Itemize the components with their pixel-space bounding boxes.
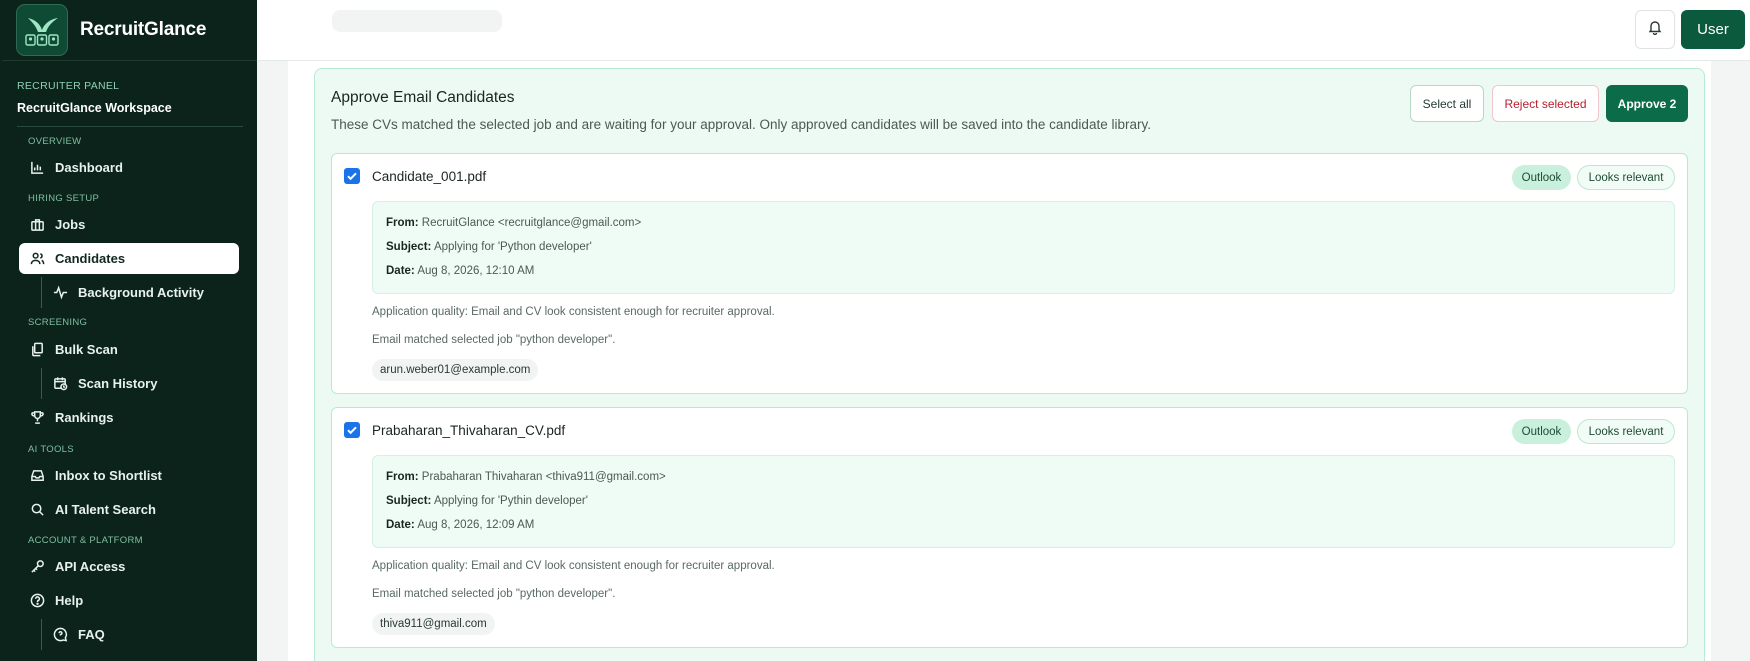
sidebar-item-help[interactable]: Help xyxy=(19,585,239,616)
subject-value: Applying for 'Pythin developer' xyxy=(433,495,588,507)
subject-value: Applying for 'Python developer' xyxy=(433,241,592,253)
sidebar-item-label: Candidates xyxy=(55,251,126,266)
candidate-file-name[interactable]: Candidate_001.pdf xyxy=(372,169,486,184)
candidate-email: thiva911@gmail.com xyxy=(372,613,495,635)
check-icon xyxy=(347,426,357,435)
sidebar-item-background-activity[interactable]: Background Activity xyxy=(42,277,239,308)
section-ai-tools: AI TOOLS xyxy=(28,444,74,455)
section-account-platform: ACCOUNT & PLATFORM xyxy=(28,535,143,546)
sidebar-item-label: Rankings xyxy=(55,410,114,425)
sidebar-item-candidates[interactable]: Candidates xyxy=(19,243,239,274)
sidebar-item-label: FAQ xyxy=(78,627,105,642)
bell-icon xyxy=(1647,19,1663,40)
from-label: From: xyxy=(386,217,419,229)
from-row: From: RecruitGlance <recruitglance@gmail… xyxy=(386,217,641,229)
top-bar: User xyxy=(257,0,1750,61)
date-value: Aug 8, 2026, 12:10 AM xyxy=(417,265,535,277)
users-icon xyxy=(29,251,45,267)
files-icon xyxy=(29,342,45,358)
panel-title: Approve Email Candidates xyxy=(331,89,515,106)
candidate-file-name[interactable]: Prabaharan_Thivaharan_CV.pdf xyxy=(372,423,565,438)
sidebar-item-label: Jobs xyxy=(55,217,86,232)
sidebar: RecruitGlance RECRUITER PANEL RecruitGla… xyxy=(0,0,257,661)
from-value: Prabaharan Thivaharan <thiva911@gmail.co… xyxy=(421,471,666,483)
brand[interactable]: RecruitGlance xyxy=(2,0,257,61)
match-note: Email matched selected job "python devel… xyxy=(372,588,616,600)
candidate-email: arun.weber01@example.com xyxy=(372,359,539,381)
bar-chart-icon xyxy=(29,160,45,176)
reject-selected-button[interactable]: Reject selected xyxy=(1492,85,1599,122)
approve-email-candidates-panel: Approve Email Candidates These CVs match… xyxy=(314,68,1705,661)
from-value: RecruitGlance <recruitglance@gmail.com> xyxy=(421,217,642,229)
panel-description: These CVs matched the selected job and a… xyxy=(331,117,1151,132)
candidate-checkbox[interactable] xyxy=(344,168,360,184)
email-meta: From: RecruitGlance <recruitglance@gmail… xyxy=(372,201,1675,294)
sidebar-item-label: AI Talent Search xyxy=(55,502,156,517)
subject-label: Subject: xyxy=(386,241,432,253)
date-label: Date: xyxy=(386,519,415,531)
from-label: From: xyxy=(386,471,419,483)
section-screening: SCREENING xyxy=(28,317,88,328)
sidebar-item-bulk-scan[interactable]: Bulk Scan xyxy=(19,334,239,365)
sidebar-item-faq[interactable]: FAQ xyxy=(42,619,239,650)
sidebar-item-inbox-to-shortlist[interactable]: Inbox to Shortlist xyxy=(19,460,239,491)
date-value: Aug 8, 2026, 12:09 AM xyxy=(417,519,535,531)
sidebar-item-label: Dashboard xyxy=(55,160,123,175)
from-row: From: Prabaharan Thivaharan <thiva911@gm… xyxy=(386,471,666,483)
relevance-badge: Looks relevant xyxy=(1577,419,1675,444)
app-name: RecruitGlance xyxy=(80,19,207,40)
sidebar-item-jobs[interactable]: Jobs xyxy=(19,209,239,240)
sidebar-item-scan-history[interactable]: Scan History xyxy=(42,368,239,399)
section-hiring-setup: HIRING SETUP xyxy=(28,193,100,204)
quality-note: Application quality: Email and CV look c… xyxy=(372,306,775,318)
sidebar-item-label: Scan History xyxy=(78,376,158,391)
sidebar-item-label: Background Activity xyxy=(78,285,204,300)
sidebar-item-dashboard[interactable]: Dashboard xyxy=(19,152,239,183)
source-badge: Outlook xyxy=(1512,165,1571,190)
candidate-checkbox[interactable] xyxy=(344,422,360,438)
match-note: Email matched selected job "python devel… xyxy=(372,334,616,346)
briefcase-icon xyxy=(29,217,45,233)
quality-note: Application quality: Email and CV look c… xyxy=(372,560,775,572)
approve-button[interactable]: Approve 2 xyxy=(1606,85,1688,122)
help-circle-icon xyxy=(29,593,45,609)
inbox-icon xyxy=(29,468,45,484)
source-badge: Outlook xyxy=(1512,419,1571,444)
subject-row: Subject: Applying for 'Pythin developer' xyxy=(386,495,588,507)
key-icon xyxy=(29,559,45,575)
calendar-clock-icon xyxy=(52,376,68,392)
sidebar-item-label: Inbox to Shortlist xyxy=(55,468,162,483)
divider xyxy=(17,126,243,127)
sidebar-item-label: Bulk Scan xyxy=(55,342,118,357)
logo-icon xyxy=(16,4,68,56)
select-all-button[interactable]: Select all xyxy=(1410,85,1484,122)
sidebar-item-api-access[interactable]: API Access xyxy=(19,551,239,582)
check-icon xyxy=(347,172,357,181)
subject-label: Subject: xyxy=(386,495,432,507)
activity-icon xyxy=(52,285,68,301)
email-meta: From: Prabaharan Thivaharan <thiva911@gm… xyxy=(372,455,1675,548)
workspace-name[interactable]: RecruitGlance Workspace xyxy=(17,101,172,115)
date-label: Date: xyxy=(386,265,415,277)
section-overview: OVERVIEW xyxy=(28,136,82,147)
panel-label: RECRUITER PANEL xyxy=(17,80,120,92)
sidebar-item-ai-talent-search[interactable]: AI Talent Search xyxy=(19,494,239,525)
candidate-card: Prabaharan_Thivaharan_CV.pdf Outlook Loo… xyxy=(331,407,1688,648)
trophy-icon xyxy=(29,410,45,426)
date-row: Date: Aug 8, 2026, 12:09 AM xyxy=(386,519,534,531)
notifications-button[interactable] xyxy=(1635,10,1675,49)
message-question-icon xyxy=(52,627,68,643)
date-row: Date: Aug 8, 2026, 12:10 AM xyxy=(386,265,534,277)
relevance-badge: Looks relevant xyxy=(1577,165,1675,190)
sidebar-item-rankings[interactable]: Rankings xyxy=(19,402,239,433)
candidate-card: Candidate_001.pdf Outlook Looks relevant… xyxy=(331,153,1688,394)
subject-row: Subject: Applying for 'Python developer' xyxy=(386,241,592,253)
sidebar-item-label: Help xyxy=(55,593,84,608)
sidebar-item-label: API Access xyxy=(55,559,126,574)
search-icon xyxy=(29,502,45,518)
user-menu-button[interactable]: User xyxy=(1681,10,1745,49)
page-title-placeholder xyxy=(332,10,502,32)
